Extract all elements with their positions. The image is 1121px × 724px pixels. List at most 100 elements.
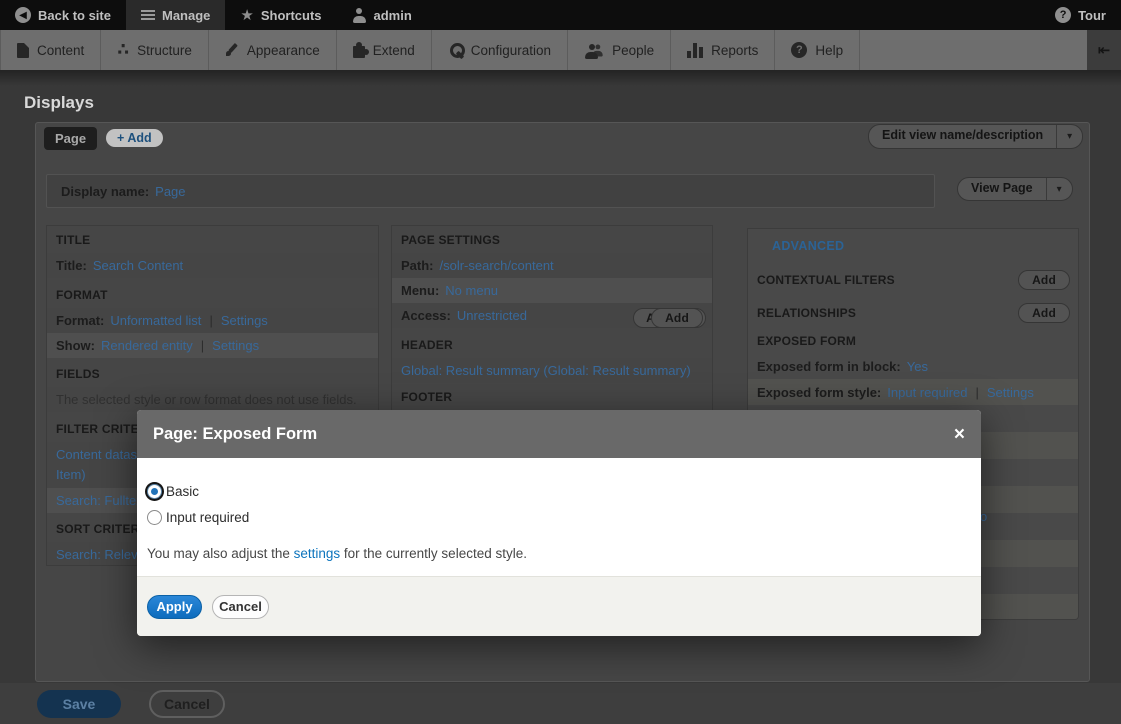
apply-button[interactable]: Apply — [147, 595, 202, 619]
wrench-icon — [448, 43, 463, 58]
hamburger-icon — [141, 14, 155, 16]
note-prefix: You may also adjust the — [147, 546, 294, 561]
tour-button[interactable]: ? Tour — [1040, 0, 1121, 30]
settings-link[interactable]: settings — [294, 546, 341, 561]
view-page-label: View Page — [958, 178, 1046, 200]
menu-value-link[interactable]: No menu — [445, 283, 498, 298]
appearance-label: Appearance — [247, 43, 320, 58]
menu-item-reports[interactable]: Reports — [671, 30, 775, 70]
modal-title: Page: Exposed Form — [153, 425, 317, 444]
menu-item-configuration[interactable]: Configuration — [432, 30, 568, 70]
radio-basic-input[interactable] — [147, 484, 162, 499]
edit-view-name-label: Edit view name/description — [869, 125, 1056, 148]
user-menu-button[interactable]: admin — [337, 0, 427, 30]
menu-row: Menu: No menu — [392, 278, 712, 303]
footer-add-button[interactable]: Add — [651, 308, 703, 328]
path-row: Path: /solr-search/content — [392, 253, 712, 278]
toolbar-spacer — [427, 0, 1040, 30]
menu-item-people[interactable]: People — [568, 30, 671, 70]
show-label: Show: — [56, 338, 95, 353]
modal-note: You may also adjust the settings for the… — [147, 546, 969, 561]
tray-shadow — [0, 70, 1121, 86]
paintbrush-icon — [225, 43, 239, 57]
menu-item-extend[interactable]: Extend — [337, 30, 432, 70]
radio-input-required-label: Input required — [166, 510, 249, 525]
manage-label: Manage — [162, 8, 210, 23]
puzzle-icon — [353, 46, 365, 58]
style-value-link[interactable]: Input required — [887, 385, 967, 400]
format-label: Format: — [56, 313, 104, 328]
edit-view-name-button[interactable]: Edit view name/description ▾ — [868, 124, 1083, 149]
section-header-format: FORMAT — [47, 278, 378, 308]
title-label: Title: — [56, 258, 87, 273]
back-to-site-button[interactable]: ◀ Back to site — [0, 0, 126, 30]
path-label: Path: — [401, 258, 434, 273]
save-button[interactable]: Save — [37, 690, 121, 718]
in-block-label: Exposed form in block: — [757, 359, 901, 374]
advanced-row: ADVANCED — [748, 229, 1078, 263]
menu-item-structure[interactable]: ∴ Structure — [101, 30, 209, 70]
style-settings-link[interactable]: Settings — [987, 385, 1034, 400]
format-value-link[interactable]: Unformatted list — [110, 313, 201, 328]
modal-body: Basic Input required You may also adjust… — [137, 458, 981, 576]
header-item-row: Global: Result summary (Global: Result s… — [392, 358, 712, 383]
menu-item-content[interactable]: Content — [0, 30, 101, 70]
radio-option-input-required[interactable]: Input required — [147, 504, 969, 530]
radio-input-required-input[interactable] — [147, 510, 162, 525]
manage-menu-button[interactable]: Manage — [126, 0, 225, 30]
bar-chart-icon — [687, 43, 703, 58]
title-value-link[interactable]: Search Content — [93, 258, 183, 273]
reports-label: Reports — [711, 43, 758, 58]
display-tab-page[interactable]: Page — [44, 127, 97, 150]
radio-basic-label: Basic — [166, 484, 199, 499]
show-row: Show: Rendered entity | Settings — [47, 333, 378, 358]
column-page-settings: PAGE SETTINGS Path: /solr-search/content… — [391, 225, 713, 411]
menu-label: Menu: — [401, 283, 439, 298]
fields-note: The selected style or row format does no… — [56, 392, 357, 407]
close-icon[interactable]: × — [954, 425, 965, 444]
back-arrow-icon: ◀ — [15, 7, 31, 23]
separator: | — [193, 338, 212, 353]
relationships-add-button[interactable]: Add — [1018, 303, 1070, 323]
header-result-summary-link[interactable]: Global: Result summary (Global: Result s… — [401, 363, 691, 378]
display-name-link[interactable]: Page — [155, 184, 185, 199]
modal-header[interactable]: Page: Exposed Form × — [137, 410, 981, 458]
chevron-down-icon[interactable]: ▾ — [1056, 125, 1082, 148]
admin-toolbar: ◀ Back to site Manage ★ Shortcuts admin … — [0, 0, 1121, 30]
contextual-filters-add-button[interactable]: Add — [1018, 270, 1070, 290]
display-name-label: Display name: — [61, 184, 149, 199]
plus-icon: + — [117, 131, 124, 145]
radio-option-basic[interactable]: Basic — [147, 478, 969, 504]
view-page-button[interactable]: View Page ▾ — [957, 177, 1073, 201]
title-row: Title: Search Content — [47, 253, 378, 278]
format-row: Format: Unformatted list | Settings — [47, 308, 378, 333]
header-section-label: HEADER — [401, 338, 453, 352]
tour-question-icon: ? — [1055, 7, 1071, 23]
help-label: Help — [815, 43, 843, 58]
page-title: Displays — [24, 93, 94, 113]
toggle-orientation-icon: ⇤ — [1098, 41, 1111, 59]
add-display-button[interactable]: +Add — [106, 129, 163, 147]
exposed-form-header: EXPOSED FORM — [748, 329, 1078, 353]
show-value-link[interactable]: Rendered entity — [101, 338, 193, 353]
exposed-form-style-row: Exposed form style: Input required | Set… — [748, 379, 1078, 405]
path-value-link[interactable]: /solr-search/content — [440, 258, 554, 273]
chevron-down-icon[interactable]: ▾ — [1046, 178, 1072, 200]
shortcuts-button[interactable]: ★ Shortcuts — [225, 0, 336, 30]
advanced-link[interactable]: ADVANCED — [772, 239, 844, 253]
in-block-value-link[interactable]: Yes — [907, 359, 928, 374]
back-to-site-label: Back to site — [38, 8, 111, 23]
modal-cancel-button[interactable]: Cancel — [212, 595, 269, 619]
format-settings-link[interactable]: Settings — [221, 313, 268, 328]
contextual-filters-label: CONTEXTUAL FILTERS — [757, 273, 895, 287]
cancel-button[interactable]: Cancel — [149, 690, 225, 718]
menu-item-appearance[interactable]: Appearance — [209, 30, 337, 70]
content-label: Content — [37, 43, 84, 58]
section-header-page-settings: PAGE SETTINGS — [392, 226, 712, 253]
menu-item-help[interactable]: ? Help — [775, 30, 860, 70]
admin-menu-tray: Content ∴ Structure Appearance Extend Co… — [0, 30, 1121, 70]
toolbar-orientation-toggle[interactable]: ⇤ — [1087, 30, 1121, 70]
access-value-link[interactable]: Unrestricted — [457, 308, 527, 323]
people-icon — [584, 43, 604, 58]
show-settings-link[interactable]: Settings — [212, 338, 259, 353]
